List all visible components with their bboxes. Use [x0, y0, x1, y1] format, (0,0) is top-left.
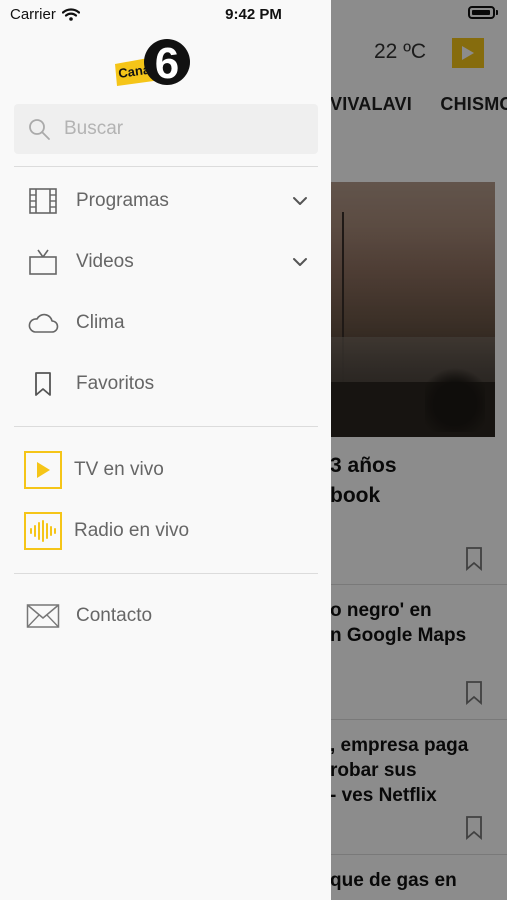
divider: [14, 573, 318, 574]
menu-item-tv-en-vivo[interactable]: TV en vivo: [14, 445, 318, 495]
divider: [14, 426, 318, 427]
navigation-drawer: Canal 6 Buscar Programas Videos Clima Fa…: [0, 0, 331, 900]
menu-item-label: Radio en vivo: [74, 520, 190, 541]
search-input[interactable]: Buscar: [64, 118, 123, 140]
menu-item-label: Programas: [76, 190, 169, 211]
menu-item-label: Videos: [76, 251, 134, 272]
envelope-icon: [26, 599, 60, 633]
tv-icon: [26, 245, 60, 279]
search-bar[interactable]: Buscar: [14, 104, 318, 154]
menu-item-programas[interactable]: Programas: [14, 176, 318, 226]
menu-item-label: Clima: [76, 312, 125, 333]
menu-item-radio-en-vivo[interactable]: Radio en vivo: [14, 506, 318, 556]
chevron-down-icon[interactable]: [292, 193, 308, 209]
cloud-icon: [26, 306, 60, 340]
chevron-down-icon[interactable]: [292, 254, 308, 270]
menu-item-label: Favoritos: [76, 373, 155, 394]
audio-wave-icon: [24, 512, 62, 550]
menu-item-contacto[interactable]: Contacto: [14, 591, 318, 641]
divider: [14, 166, 318, 167]
status-time: 9:42 PM: [225, 6, 282, 23]
svg-text:6: 6: [155, 39, 179, 88]
bookmark-icon: [26, 367, 60, 401]
dim-overlay[interactable]: [331, 0, 507, 900]
canal6-logo-mark: Canal 6: [115, 39, 190, 88]
menu-item-clima[interactable]: Clima: [14, 298, 318, 348]
film-icon: [26, 184, 60, 218]
menu-item-label: Contacto: [76, 605, 153, 626]
search-icon: [29, 119, 50, 140]
menu-item-label: TV en vivo: [74, 459, 164, 480]
menu-item-videos[interactable]: Videos: [14, 237, 318, 287]
canal6-logo[interactable]: Canal 6: [115, 36, 193, 92]
menu-item-favoritos[interactable]: Favoritos: [14, 359, 318, 409]
play-icon: [24, 451, 62, 489]
